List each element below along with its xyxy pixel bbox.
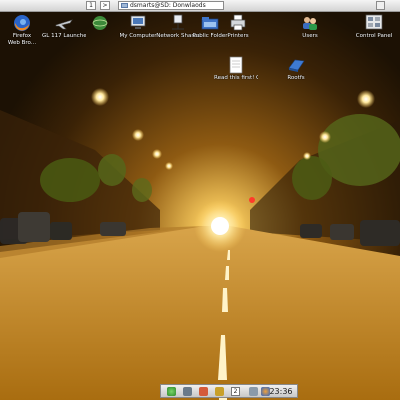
firefox-label: Firefox Web Bro... (7, 33, 37, 46)
control-panel-desktop-icon[interactable]: Control Panel (352, 14, 396, 40)
file-manager-icon[interactable] (215, 387, 224, 396)
rootfs-desktop-icon[interactable]: Rootfs (274, 56, 318, 82)
my-computer-desktop-icon[interactable]: My Computer (116, 14, 160, 40)
workspace-next-button[interactable]: > (100, 1, 110, 10)
monitor-icon (128, 14, 148, 32)
clock[interactable]: 23:36 (264, 386, 298, 397)
firefox-desktop-icon[interactable]: Firefox Web Bro... (0, 14, 44, 46)
users-label: Users (302, 33, 318, 39)
read-this-first-label: Read this first! Grid... (214, 75, 258, 81)
top-panel: 1 > dsmarts@SD: Donwlaods (0, 0, 400, 12)
home-icon[interactable] (199, 387, 208, 396)
network-status-icon[interactable] (249, 387, 258, 396)
users-icon (300, 14, 320, 32)
globe-icon (90, 14, 110, 32)
drive-icon (286, 56, 306, 74)
printer-icon (228, 14, 248, 32)
workspace-2-button[interactable]: 2 (231, 387, 240, 396)
gl117-label: GL 117 Launcher (42, 33, 86, 39)
printers-desktop-icon[interactable]: Printers (216, 14, 260, 40)
read-this-first-desktop-icon[interactable]: Read this first! Grid... (214, 56, 258, 82)
firefox-icon (12, 14, 32, 32)
terminal-icon[interactable] (183, 387, 192, 396)
taskbar-window-button[interactable]: dsmarts@SD: Donwlaods (118, 1, 224, 10)
users-desktop-icon[interactable]: Users (288, 14, 332, 40)
jet-icon (54, 14, 74, 32)
taskbar-window-title: dsmarts@SD: Donwlaods (130, 2, 206, 9)
workspace-1-button[interactable]: 1 (86, 1, 96, 10)
panel-right-icon[interactable] (376, 1, 385, 10)
rootfs-label: Rootfs (287, 75, 305, 81)
document-icon (226, 56, 246, 74)
printers-label: Printers (227, 33, 249, 39)
control-panel-label: Control Panel (355, 33, 393, 39)
my-computer-label: My Computer (119, 33, 157, 39)
folder-icon (121, 3, 128, 8)
network-icon (168, 14, 188, 32)
control-panel-icon (364, 14, 384, 32)
desktop-wallpaper (0, 0, 400, 400)
start-menu-icon[interactable] (167, 387, 176, 396)
